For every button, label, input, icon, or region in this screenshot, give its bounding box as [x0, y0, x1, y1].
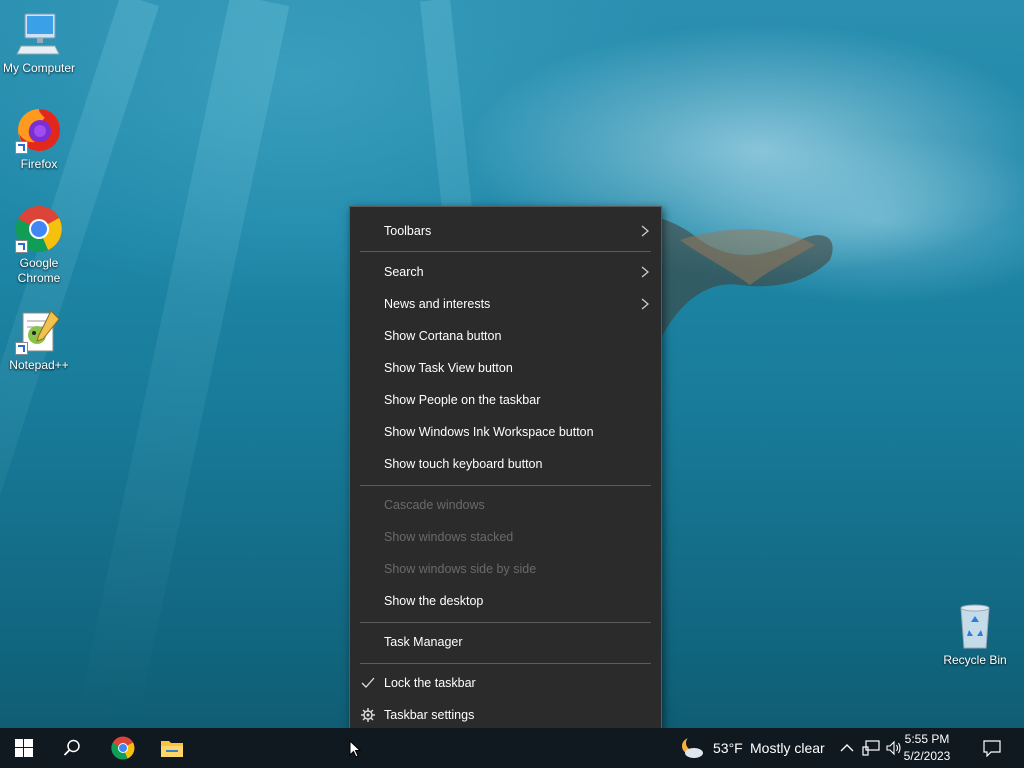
menu-item-label: Show Task View button	[384, 361, 513, 375]
menu-separator	[360, 663, 651, 664]
menu-item-label: Show windows stacked	[384, 530, 514, 544]
menu-separator	[360, 622, 651, 623]
menu-item-taskbar-settings[interactable]: Taskbar settings	[350, 699, 661, 731]
menu-item-label: Show People on the taskbar	[384, 393, 541, 407]
menu-item-label: Show Windows Ink Workspace button	[384, 425, 594, 439]
clock[interactable]: 5:55 PM 5/2/2023	[892, 731, 962, 765]
weather-temperature: 53°F	[713, 740, 743, 756]
weather-widget[interactable]: 53°F Mostly clear	[680, 737, 830, 759]
chrome-icon	[111, 736, 135, 760]
checkmark-icon	[361, 677, 375, 688]
search-button[interactable]	[48, 728, 96, 768]
mouse-cursor-icon	[349, 740, 361, 758]
menu-item-show-desktop[interactable]: Show the desktop	[350, 585, 661, 617]
menu-item-show-cortana[interactable]: Show Cortana button	[350, 320, 661, 352]
firefox-icon	[15, 106, 63, 154]
chevron-up-icon[interactable]	[840, 742, 854, 754]
search-icon	[63, 739, 80, 756]
menu-item-label: Search	[384, 265, 424, 279]
notepad-plus-plus-icon	[15, 307, 63, 355]
menu-item-show-windows-stacked: Show windows stacked	[350, 521, 661, 553]
desktop-icon-label: Google Chrome	[17, 256, 61, 285]
menu-item-label: Cascade windows	[384, 498, 485, 512]
desktop-icon-firefox[interactable]: Firefox	[0, 106, 78, 172]
desktop-icon-google-chrome[interactable]: Google Chrome	[0, 205, 78, 286]
menu-item-label: Show windows side by side	[384, 562, 537, 576]
clock-date: 5/2/2023	[903, 749, 951, 763]
menu-item-label: Show touch keyboard button	[384, 457, 543, 471]
desktop-icon-label: Recycle Bin	[943, 653, 1007, 667]
chevron-right-icon	[641, 225, 650, 237]
menu-item-label: Show the desktop	[384, 594, 484, 608]
menu-item-show-people[interactable]: Show People on the taskbar	[350, 384, 661, 416]
shortcut-arrow-icon	[15, 141, 28, 154]
desktop-icon-recycle-bin[interactable]: Recycle Bin	[936, 602, 1014, 668]
menu-item-label: News and interests	[384, 297, 491, 311]
taskbar-context-menu: Toolbars Search News and interests Show …	[349, 206, 662, 739]
start-button[interactable]	[0, 728, 48, 768]
menu-item-label: Taskbar settings	[384, 708, 475, 722]
menu-item-show-task-view[interactable]: Show Task View button	[350, 352, 661, 384]
moon-cloud-icon	[682, 737, 703, 758]
chevron-right-icon	[641, 298, 650, 310]
menu-item-label: Show Cortana button	[384, 329, 502, 343]
weather-condition: Mostly clear	[750, 740, 825, 756]
menu-item-toolbars[interactable]: Toolbars	[350, 215, 661, 247]
menu-item-label: Toolbars	[384, 224, 432, 238]
taskbar[interactable]: 53°F Mostly clear 5:55 PM 5/2/2023	[0, 728, 1024, 768]
menu-item-show-touch-keyboard[interactable]: Show touch keyboard button	[350, 448, 661, 480]
menu-item-show-windows-side-by-side: Show windows side by side	[350, 553, 661, 585]
windows-logo-icon	[15, 739, 33, 757]
menu-item-search[interactable]: Search	[350, 256, 661, 288]
menu-separator	[360, 485, 651, 486]
desktop-icon-label: My Computer	[2, 61, 76, 75]
desktop-icon-label: Notepad++	[9, 358, 69, 372]
recycle-bin-icon	[951, 602, 999, 650]
taskbar-chrome-button[interactable]	[99, 728, 147, 768]
menu-item-lock-taskbar[interactable]: Lock the taskbar	[350, 667, 661, 699]
shortcut-arrow-icon	[15, 342, 28, 355]
desktop-icon-my-computer[interactable]: My Computer	[0, 10, 78, 76]
menu-item-news-and-interests[interactable]: News and interests	[350, 288, 661, 320]
menu-separator	[360, 251, 651, 252]
taskbar-file-explorer-button[interactable]	[148, 728, 196, 768]
chrome-icon	[15, 205, 63, 253]
folder-icon	[161, 741, 183, 757]
menu-item-task-manager[interactable]: Task Manager	[350, 626, 661, 658]
menu-item-show-ink-workspace[interactable]: Show Windows Ink Workspace button	[350, 416, 661, 448]
menu-item-cascade-windows: Cascade windows	[350, 489, 661, 521]
shortcut-arrow-icon	[15, 240, 28, 253]
menu-item-label: Lock the taskbar	[384, 676, 476, 690]
desktop-icon-notepad-plus-plus[interactable]: Notepad++	[0, 307, 78, 373]
gear-icon	[361, 708, 375, 722]
computer-icon	[15, 10, 63, 58]
menu-item-label: Task Manager	[384, 635, 463, 649]
chevron-right-icon	[641, 266, 650, 278]
desktop-icon-label: Firefox	[20, 157, 58, 171]
clock-time: 5:55 PM	[904, 732, 950, 746]
network-icon[interactable]	[862, 740, 880, 756]
notifications-icon[interactable]	[983, 739, 1001, 757]
